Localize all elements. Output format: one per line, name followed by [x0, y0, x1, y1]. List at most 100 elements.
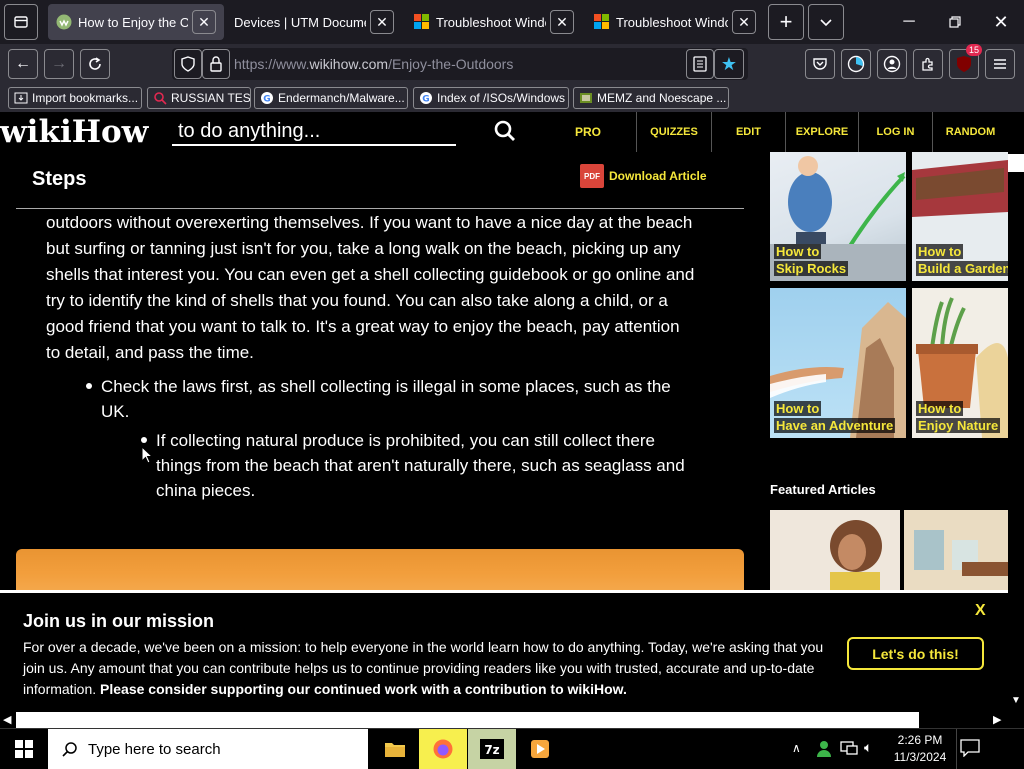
reader-view-icon: [693, 56, 707, 72]
featured-articles-heading: Featured Articles: [770, 482, 876, 497]
svg-text:G: G: [422, 95, 429, 105]
site-info-button[interactable]: [202, 49, 230, 79]
notifications-button[interactable]: [960, 739, 980, 762]
address-bar[interactable]: https://www.wikihow.com/Enjoy-the-Outdoo…: [172, 48, 748, 80]
chevron-down-icon: [820, 19, 832, 27]
donation-banner: Join us in our mission For over a decade…: [0, 590, 1008, 712]
featured-article-card[interactable]: [904, 510, 1008, 590]
bookmark-label: MEMZ and Noescape ...: [597, 91, 727, 105]
scrollbar-thumb[interactable]: [1008, 154, 1024, 172]
account-button[interactable]: [877, 49, 907, 79]
tab-troubleshoot-windows-2[interactable]: Troubleshoot Windows ✕: [586, 4, 764, 40]
related-article-card[interactable]: How to Have an Adventure: [770, 288, 906, 438]
site-search-input[interactable]: to do anything...: [172, 118, 456, 146]
notification-count-badge: 15: [965, 44, 982, 56]
featured-article-card[interactable]: [770, 510, 900, 590]
bullet-dot: [86, 383, 92, 389]
site-search-button[interactable]: [494, 120, 516, 147]
microsoft-favicon-icon: [414, 14, 430, 30]
search-icon: [154, 92, 167, 105]
network-icon[interactable]: [840, 740, 858, 761]
back-button[interactable]: ←: [8, 49, 38, 79]
nav-quizzes[interactable]: QUIZZES: [636, 112, 711, 152]
nav-pro[interactable]: PRO: [560, 112, 616, 152]
wikihow-logo[interactable]: wikiHow: [0, 114, 148, 150]
microsoft-favicon-icon: [594, 14, 610, 30]
browser-tab-bar: How to Enjoy the Outdoors ✕ Devices | UT…: [0, 0, 1024, 44]
tab-close-icon[interactable]: ✕: [370, 10, 394, 34]
firefox-icon: [433, 739, 453, 759]
extension-button[interactable]: [841, 49, 871, 79]
reload-button[interactable]: [80, 49, 110, 79]
related-article-title: How to Skip Rocks: [774, 244, 849, 276]
ublock-button[interactable]: 15: [949, 44, 982, 79]
pocket-button[interactable]: [805, 49, 835, 79]
lets-do-this-button[interactable]: Let's do this!: [847, 637, 984, 670]
bookmark-russian-test[interactable]: RUSSIAN TEST: [147, 87, 251, 109]
scrollbar-thumb[interactable]: [16, 712, 919, 728]
scroll-right-icon[interactable]: ▶: [993, 713, 1001, 726]
bookmark-star-button[interactable]: ★: [714, 49, 744, 79]
scroll-left-icon[interactable]: ◀: [3, 713, 11, 726]
forward-button[interactable]: →: [44, 49, 74, 79]
bookmarks-toolbar: Import bookmarks... RUSSIAN TEST G Ender…: [0, 84, 1024, 112]
vertical-scrollbar[interactable]: ▼: [1008, 112, 1024, 712]
divider: [956, 729, 957, 769]
tab-close-icon[interactable]: ✕: [550, 10, 574, 34]
extensions-button[interactable]: [913, 49, 943, 79]
tab-title: Devices | UTM Documentation: [234, 14, 366, 30]
chevron-up-icon[interactable]: ∧: [792, 741, 801, 755]
url-text[interactable]: https://www.wikihow.com/Enjoy-the-Outdoo…: [234, 56, 513, 72]
banner-text: For over a decade, we've been on a missi…: [23, 637, 833, 700]
file-explorer-button[interactable]: [371, 729, 419, 769]
bookmark-memz[interactable]: MEMZ and Noescape ...: [573, 87, 729, 109]
nav-log-in[interactable]: LOG IN: [858, 112, 932, 152]
tab-utm-devices[interactable]: Devices | UTM Documentation ✕: [226, 4, 402, 40]
nav-edit[interactable]: EDIT: [711, 112, 785, 152]
volume-icon[interactable]: 🔈︎: [864, 739, 872, 756]
bookmark-isos-windows[interactable]: G Index of /ISOs/Windows: [413, 87, 569, 109]
related-article-card[interactable]: How to Enjoy Nature: [912, 288, 1008, 438]
tab-close-icon[interactable]: ✕: [192, 10, 216, 34]
tracking-protection-button[interactable]: [174, 49, 202, 79]
restore-button[interactable]: [932, 0, 978, 44]
web-page: wikiHow to do anything... PRO QUIZZES ED…: [0, 112, 1024, 712]
firefox-view-button[interactable]: [4, 4, 38, 40]
wikihow-favicon-icon: [56, 14, 72, 30]
bookmark-endermanch[interactable]: G Endermanch/Malware...: [254, 87, 408, 109]
svg-text:7z: 7z: [484, 743, 499, 757]
scroll-down-icon[interactable]: ▼: [1011, 695, 1021, 706]
url-path: /Enjoy-the-Outdoors: [388, 56, 514, 72]
start-button[interactable]: [0, 729, 48, 769]
wikihow-header: wikiHow to do anything... PRO QUIZZES ED…: [0, 112, 1008, 152]
clock[interactable]: 2:26 PM 11/3/2024: [888, 732, 952, 766]
media-player-button[interactable]: [516, 729, 564, 769]
reader-view-button[interactable]: [686, 49, 714, 79]
taskbar-search-box[interactable]: Type here to search: [48, 729, 368, 769]
close-icon: ✕: [993, 11, 1009, 32]
tray-user-icon[interactable]: [815, 739, 833, 764]
tab-troubleshoot-windows-1[interactable]: Troubleshoot Windows ✕: [406, 4, 582, 40]
bookmark-import[interactable]: Import bookmarks...: [8, 87, 142, 109]
minimize-button[interactable]: ─: [886, 0, 932, 44]
logo-how: How: [71, 114, 149, 150]
tab-enjoy-outdoors[interactable]: How to Enjoy the Outdoors ✕: [48, 4, 224, 40]
speed-dial-icon: [847, 55, 865, 73]
list-all-tabs-button[interactable]: [808, 4, 844, 40]
plus-icon: +: [779, 9, 793, 34]
related-article-card[interactable]: How toBuild a Garden Tractor Snowplow: [912, 152, 1008, 281]
nav-explore[interactable]: EXPLORE: [785, 112, 858, 152]
related-article-card[interactable]: How to Skip Rocks: [770, 152, 906, 281]
image-icon: [580, 93, 592, 103]
firefox-button[interactable]: [419, 729, 467, 769]
nav-random[interactable]: RANDOM: [932, 112, 1008, 152]
app-menu-button[interactable]: [985, 49, 1015, 79]
new-tab-button[interactable]: +: [768, 4, 804, 40]
horizontal-scrollbar[interactable]: ◀ ▶: [0, 712, 1008, 728]
download-article-button[interactable]: PDF Download Article: [580, 164, 707, 188]
7zip-button[interactable]: 7z: [468, 729, 516, 769]
close-window-button[interactable]: ✕: [978, 0, 1024, 44]
banner-close-button[interactable]: X: [975, 602, 986, 620]
tab-close-icon[interactable]: ✕: [732, 10, 756, 34]
pdf-icon: PDF: [580, 164, 604, 188]
